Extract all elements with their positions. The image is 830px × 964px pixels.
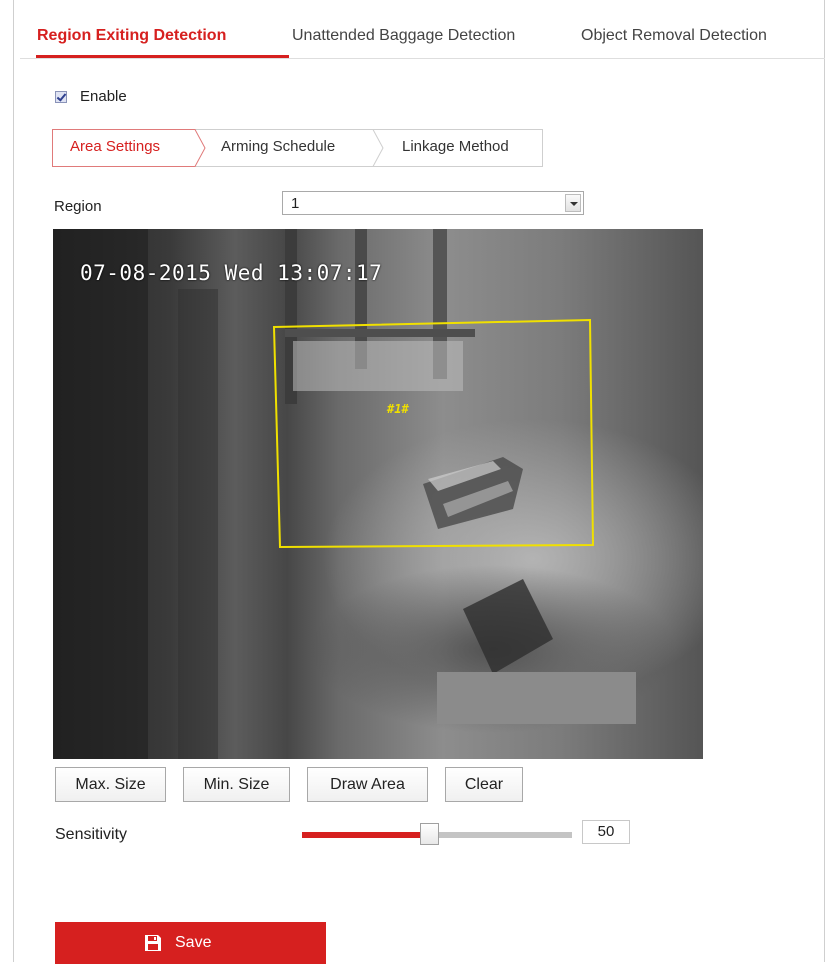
save-label: Save — [175, 934, 212, 951]
enable-checkbox[interactable] — [55, 91, 67, 103]
tab-area-settings[interactable]: Area Settings — [70, 138, 160, 155]
detection-area-label: #1# — [387, 402, 409, 416]
sensitivity-slider-handle[interactable] — [420, 823, 439, 845]
enable-label: Enable — [80, 88, 127, 105]
privacy-mask — [437, 672, 636, 724]
osd-time: 13:07:17 — [277, 261, 383, 285]
min-size-button[interactable]: Min. Size — [183, 767, 290, 802]
sensitivity-value[interactable]: 50 — [582, 820, 630, 844]
settings-subtab-bar: Area Settings Arming Schedule Linkage Me… — [52, 129, 543, 167]
region-select[interactable]: 1 — [282, 191, 584, 215]
tab-linkage-method[interactable]: Linkage Method — [402, 138, 509, 155]
detection-tab-bar: Region Exiting Detection Unattended Bagg… — [20, 0, 825, 59]
sensitivity-label: Sensitivity — [55, 826, 128, 843]
tab-unattended-baggage-detection[interactable]: Unattended Baggage Detection — [292, 27, 515, 45]
clear-button[interactable]: Clear — [445, 767, 523, 802]
tab-arming-schedule[interactable]: Arming Schedule — [221, 138, 335, 155]
max-size-button[interactable]: Max. Size — [55, 767, 166, 802]
chevron-down-icon[interactable] — [565, 194, 581, 212]
video-preview[interactable]: 07-08-2015 Wed 13:07:17 #1# — [53, 229, 703, 759]
video-timestamp-osd: 07-08-2015 Wed 13:07:17 — [80, 261, 382, 285]
region-label: Region — [54, 198, 102, 215]
osd-date: 07-08-2015 Wed — [80, 261, 265, 285]
tab-region-exiting-detection[interactable]: Region Exiting Detection — [37, 27, 226, 45]
tab-object-removal-detection[interactable]: Object Removal Detection — [581, 27, 767, 45]
draw-area-button[interactable]: Draw Area — [307, 767, 428, 802]
region-select-value: 1 — [291, 195, 300, 212]
save-icon — [144, 934, 162, 957]
active-tab-underline — [36, 55, 289, 58]
sensitivity-slider-fill — [302, 832, 428, 838]
save-button[interactable]: Save — [55, 922, 326, 964]
